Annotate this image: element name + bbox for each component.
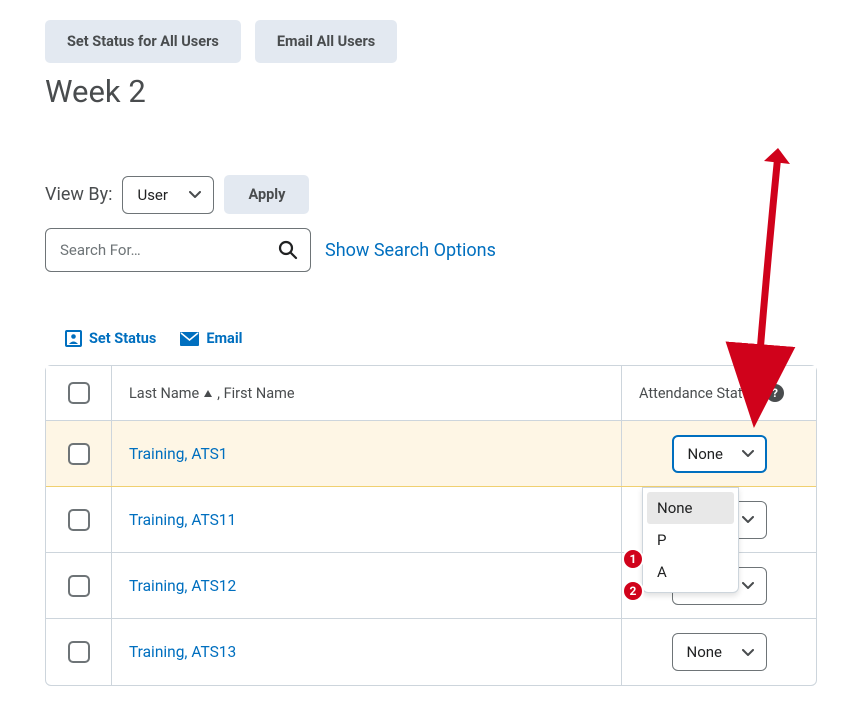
user-name-link[interactable]: Training, ATS12 — [111, 553, 621, 618]
chevron-down-icon — [742, 649, 754, 656]
view-by-selected: User — [137, 186, 168, 204]
annotation-badge-1: 1 — [622, 548, 644, 570]
view-by-select[interactable]: User — [122, 176, 214, 214]
chevron-down-icon — [742, 516, 754, 523]
row-checkbox[interactable] — [68, 575, 90, 597]
chevron-down-icon — [742, 450, 754, 457]
set-status-all-button[interactable]: Set Status for All Users — [45, 20, 241, 63]
chevron-down-icon — [189, 191, 201, 198]
user-name-link[interactable]: Training, ATS13 — [111, 619, 621, 685]
apply-button[interactable]: Apply — [224, 175, 309, 214]
attendance-table: Last Name , First Name Attendance Status… — [45, 365, 817, 686]
show-search-options-link[interactable]: Show Search Options — [325, 240, 496, 261]
email-action[interactable]: Email — [180, 330, 242, 347]
user-name-link[interactable]: Training, ATS11 — [111, 487, 621, 552]
dropdown-option-a[interactable]: A — [647, 556, 734, 588]
select-all-checkbox[interactable] — [68, 382, 90, 404]
table-row: Training, ATS1 None None P A 1 2 — [46, 421, 816, 487]
row-checkbox[interactable] — [68, 641, 90, 663]
attendance-status-select[interactable]: None — [672, 435, 767, 473]
search-icon[interactable] — [278, 240, 298, 260]
set-status-label: Set Status — [89, 330, 156, 347]
column-header-status: Attendance Status ? — [621, 366, 816, 420]
page-title: Week 2 — [45, 73, 817, 110]
table-header: Last Name , First Name Attendance Status… — [46, 366, 816, 421]
email-icon — [180, 332, 199, 346]
dropdown-option-p[interactable]: P — [647, 524, 734, 556]
row-checkbox[interactable] — [68, 509, 90, 531]
email-all-button[interactable]: Email All Users — [255, 20, 397, 63]
dropdown-option-none[interactable]: None — [647, 492, 734, 524]
chevron-down-icon — [742, 582, 754, 589]
view-by-label: View By: — [45, 184, 112, 205]
user-name-link[interactable]: Training, ATS1 — [111, 421, 621, 486]
column-header-name[interactable]: Last Name , First Name — [111, 366, 621, 420]
user-frame-icon — [65, 330, 82, 347]
search-input[interactable] — [60, 241, 278, 259]
search-input-container — [45, 228, 311, 272]
attendance-status-select[interactable]: None — [672, 633, 767, 671]
status-dropdown-panel: None P A — [642, 487, 739, 593]
sort-asc-icon — [203, 389, 213, 398]
email-label: Email — [206, 330, 242, 347]
help-icon[interactable]: ? — [766, 384, 784, 402]
annotation-badge-2: 2 — [622, 580, 644, 602]
row-checkbox[interactable] — [68, 443, 90, 465]
set-status-action[interactable]: Set Status — [65, 330, 156, 347]
table-row: Training, ATS13 None — [46, 619, 816, 685]
